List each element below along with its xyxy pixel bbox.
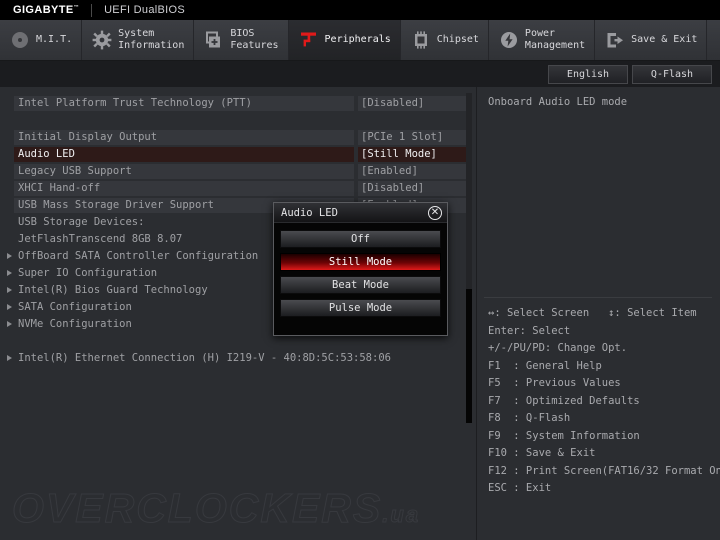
tab-power-management[interactable]: Power Management — [488, 20, 596, 60]
key-legend-line: F5 : Previous Values — [488, 377, 621, 389]
tab-save-exit[interactable]: Save & Exit — [595, 20, 708, 60]
tab-m-i-t[interactable]: M.I.T. — [0, 20, 83, 60]
key-legend-line: F7 : Optimized Defaults — [488, 394, 640, 407]
dialog-title: Audio LED — [281, 206, 338, 219]
bios-screen: GIGABYTE™ UEFI DualBIOS M.I.T. System Inf… — [0, 0, 720, 540]
setting-label: USB Mass Storage Driver Support — [18, 199, 214, 211]
submenu-arrow-icon — [7, 270, 12, 276]
key-legend-line: ↔: Select Screen ↕: Select Item — [488, 307, 697, 319]
setting-value[interactable]: [Disabled] — [361, 95, 424, 112]
setting-value[interactable]: [Disabled] — [361, 180, 424, 197]
language-button[interactable]: English — [548, 64, 628, 84]
qflash-button[interactable]: Q-Flash — [632, 64, 712, 84]
key-legend-line: F12 : Print Screen(FAT16/32 Format Only) — [488, 464, 720, 477]
dialog-option[interactable]: Off — [280, 230, 441, 248]
setting-label: Super IO Configuration — [18, 267, 158, 279]
settings-row[interactable]: Audio LED [Still Mode] — [0, 146, 476, 163]
key-legend-line: F8 : Q-Flash — [488, 412, 571, 424]
tab-label: Chipset — [436, 34, 479, 45]
dialog-option[interactable]: Pulse Mode — [280, 299, 441, 317]
main-tab-bar: M.I.T. System Information BIOS Features Per… — [0, 20, 720, 61]
tab-chipset[interactable]: Chipset — [400, 20, 489, 60]
setting-label: Initial Display Output — [18, 131, 158, 143]
uefi-dualbios-label: UEFI DualBIOS — [104, 4, 185, 16]
site-watermark: OVERCLOCKERS.ua — [11, 485, 421, 532]
setting-label: Legacy USB Support — [18, 165, 132, 177]
scrollbar-thumb[interactable] — [466, 289, 472, 423]
secondary-bar: English Q-Flash — [0, 61, 720, 87]
key-legend-line: ESC : Exit — [488, 482, 552, 494]
tab-peripherals[interactable]: Peripherals — [288, 20, 401, 60]
setting-value[interactable]: [Still Mode] — [361, 146, 437, 163]
gigabyte-logo: GIGABYTE™ — [13, 4, 80, 16]
key-legend-line: F9 : System Information — [488, 429, 640, 442]
setting-label: JetFlashTranscend 8GB 8.07 — [18, 233, 183, 245]
submenu-arrow-icon — [7, 304, 12, 310]
submenu-arrow-icon — [7, 253, 12, 259]
brand-bar: GIGABYTE™ UEFI DualBIOS — [0, 0, 720, 20]
tab-label: System Information — [118, 28, 185, 51]
dialog-option[interactable]: Beat Mode — [280, 276, 441, 294]
submenu-arrow-icon — [7, 355, 12, 361]
key-legend-line: F10 : Save & Exit — [488, 447, 596, 459]
key-legend-list: ↔: Select Screen ↕: Select Item Enter: Se… — [488, 305, 720, 498]
setting-value[interactable]: [PCIe 1 Slot] — [361, 129, 443, 146]
key-legend-line: +/-/PU/PD: Change Opt. — [488, 342, 628, 354]
settings-row[interactable]: Initial Display Output [PCIe 1 Slot] — [0, 129, 476, 146]
chipset-icon — [410, 29, 432, 51]
setting-label: Intel(R) Bios Guard Technology — [18, 284, 208, 296]
dialog-options-list: Off Still Mode Beat Mode Pulse Mode — [274, 223, 447, 323]
close-icon[interactable]: ✕ — [428, 206, 442, 220]
circle-target-icon — [9, 29, 31, 51]
setting-label: USB Storage Devices: — [18, 216, 145, 228]
help-description: Onboard Audio LED mode — [488, 96, 628, 108]
brand-divider — [91, 3, 93, 17]
trademark-mark: ™ — [73, 4, 80, 11]
submenu-arrow-icon — [7, 287, 12, 293]
key-legend-line: Enter: Select — [488, 324, 571, 337]
tab-label: BIOS Features — [230, 28, 279, 51]
setting-label: Intel(R) Ethernet Connection (H) I219-V … — [18, 352, 391, 364]
gear-icon — [91, 29, 113, 51]
setting-label: NVMe Configuration — [18, 318, 132, 330]
tab-label: Save & Exit — [631, 34, 698, 45]
setting-label: SATA Configuration — [18, 301, 132, 313]
dialog-option[interactable]: Still Mode — [280, 253, 441, 271]
tab-label: Peripherals — [324, 34, 391, 45]
tab-bios-features[interactable]: BIOS Features — [194, 20, 289, 60]
key-legend-line: F1 : General Help — [488, 359, 602, 372]
settings-row[interactable]: XHCI Hand-off [Disabled] — [0, 180, 476, 197]
setting-label: Audio LED — [18, 148, 75, 160]
setting-label: XHCI Hand-off — [18, 182, 101, 194]
setting-value[interactable]: [Enabled] — [361, 163, 418, 180]
settings-row[interactable]: Intel(R) Ethernet Connection (H) I219-V … — [0, 350, 476, 367]
submenu-arrow-icon — [7, 321, 12, 327]
tab-label: M.I.T. — [36, 34, 73, 45]
settings-scrollbar[interactable] — [466, 93, 472, 423]
tab-system-information[interactable]: System Information — [82, 20, 195, 60]
dialog-title-bar: Audio LED ✕ — [274, 203, 447, 223]
exit-arrow-icon — [604, 29, 626, 51]
tab-label: Power Management — [524, 28, 586, 51]
help-divider — [484, 297, 712, 298]
watermark-suffix: .ua — [382, 502, 421, 528]
chip-plus-icon — [203, 29, 225, 51]
settings-row[interactable]: Legacy USB Support [Enabled] — [0, 163, 476, 180]
audio-led-dialog: Audio LED ✕ Off Still Mode Beat Mode Pulse … — [273, 202, 448, 336]
settings-row[interactable]: Intel Platform Trust Technology (PTT) [Di… — [0, 95, 476, 112]
setting-label: OffBoard SATA Controller Configuration — [18, 250, 259, 262]
setting-label: Intel Platform Trust Technology (PTT) — [18, 97, 252, 109]
power-bolt-icon — [498, 29, 520, 51]
plug-icon — [298, 29, 320, 51]
help-panel: Onboard Audio LED mode ↔: Select Screen … — [478, 87, 720, 540]
